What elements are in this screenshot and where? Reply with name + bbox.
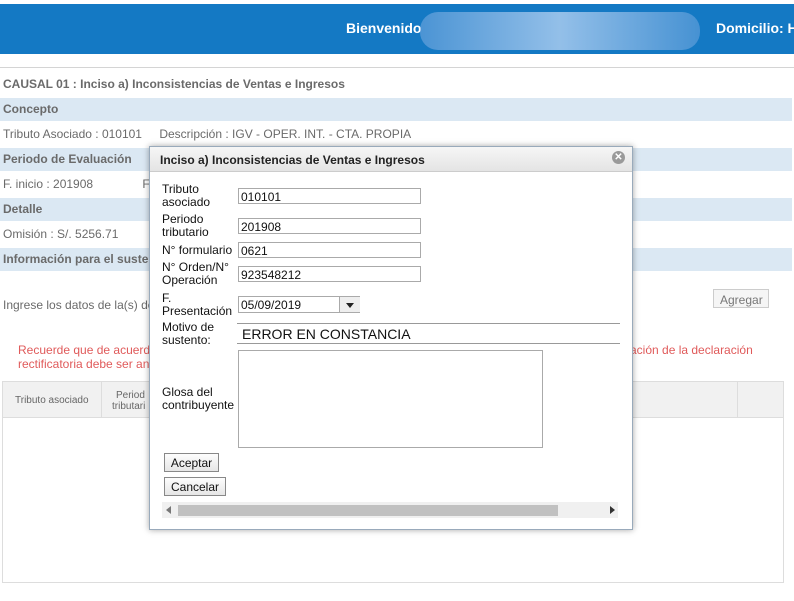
dialog-title-bar[interactable]: Inciso a) Inconsistencias de Ventas e In…: [150, 147, 632, 172]
f-inicio-text: F. inicio : 201908: [3, 177, 94, 191]
warning-message-right: ación de la declaración: [630, 343, 753, 357]
fecha-presentacion-select[interactable]: 05/09/2019: [238, 296, 360, 313]
warning-line-2: rectificatoria debe ser an: [18, 357, 150, 371]
fecha-presentacion-label: F. Presentación: [162, 291, 233, 318]
tributo-asociado-input[interactable]: 010101: [238, 188, 421, 204]
concepto-row: Tributo Asociado : 010101 Descripción : …: [0, 123, 792, 146]
motivo-sustento-input[interactable]: ERROR EN CONSTANCIA: [237, 323, 620, 344]
warning-line-1: Recuerde que de acuerd: [18, 343, 151, 357]
scroll-right-icon[interactable]: [610, 506, 615, 514]
periodo-tributario-label: Periodo tributario: [162, 212, 209, 239]
orden-operacion-label: N° Orden/N° Operación: [162, 260, 229, 287]
formulario-label: N° formulario: [162, 243, 233, 257]
blurred-user-name: [420, 12, 700, 50]
glosa-contribuyente-label: Glosa del contribuyente: [162, 385, 235, 412]
column-action-2[interactable]: [738, 382, 782, 417]
agregar-button[interactable]: Agregar: [713, 289, 769, 308]
column-tributo-asociado[interactable]: Tributo asociado: [3, 382, 102, 417]
chevron-down-icon[interactable]: [339, 297, 360, 312]
column-action-1[interactable]: [692, 382, 738, 417]
aceptar-button[interactable]: Aceptar: [164, 453, 219, 472]
formulario-input[interactable]: 0621: [238, 242, 421, 258]
ingrese-datos-text: Ingrese los datos de la(s) de: [3, 298, 155, 312]
warning-message: Recuerde que de acuerd rectificatoria de…: [18, 343, 150, 371]
dialog-title: Inciso a) Inconsistencias de Ventas e In…: [160, 153, 425, 167]
cancelar-button[interactable]: Cancelar: [164, 477, 226, 496]
section-concepto: Concepto: [0, 98, 792, 121]
domicilio-text: Domicilio: Ha: [716, 20, 794, 36]
scrollbar-thumb[interactable]: [178, 505, 558, 516]
close-icon[interactable]: ✕: [612, 151, 625, 164]
descripcion-text: Descripción : IGV - OPER. INT. - CTA. PR…: [159, 127, 412, 141]
tributo-asociado-label: Tributo asociado: [162, 182, 211, 209]
top-header-bar: Bienvenido Domicilio: Ha: [0, 4, 794, 54]
glosa-contribuyente-textarea[interactable]: [238, 350, 543, 448]
tributo-asociado-text: Tributo Asociado : 010101: [3, 127, 142, 141]
causal-title: CAUSAL 01 : Inciso a) Inconsistencias de…: [3, 77, 345, 91]
scroll-left-icon[interactable]: [166, 506, 171, 514]
horizontal-scrollbar[interactable]: [162, 502, 618, 518]
inconsistencias-dialog: Inciso a) Inconsistencias de Ventas e In…: [149, 146, 633, 530]
welcome-text: Bienvenido: [346, 20, 422, 36]
periodo-tributario-input[interactable]: 201908: [238, 218, 421, 234]
orden-operacion-input[interactable]: 923548212: [238, 266, 421, 282]
fecha-presentacion-value: 05/09/2019: [241, 298, 302, 312]
f-fin-text: F: [142, 177, 150, 191]
motivo-sustento-label: Motivo de sustento:: [162, 320, 215, 347]
